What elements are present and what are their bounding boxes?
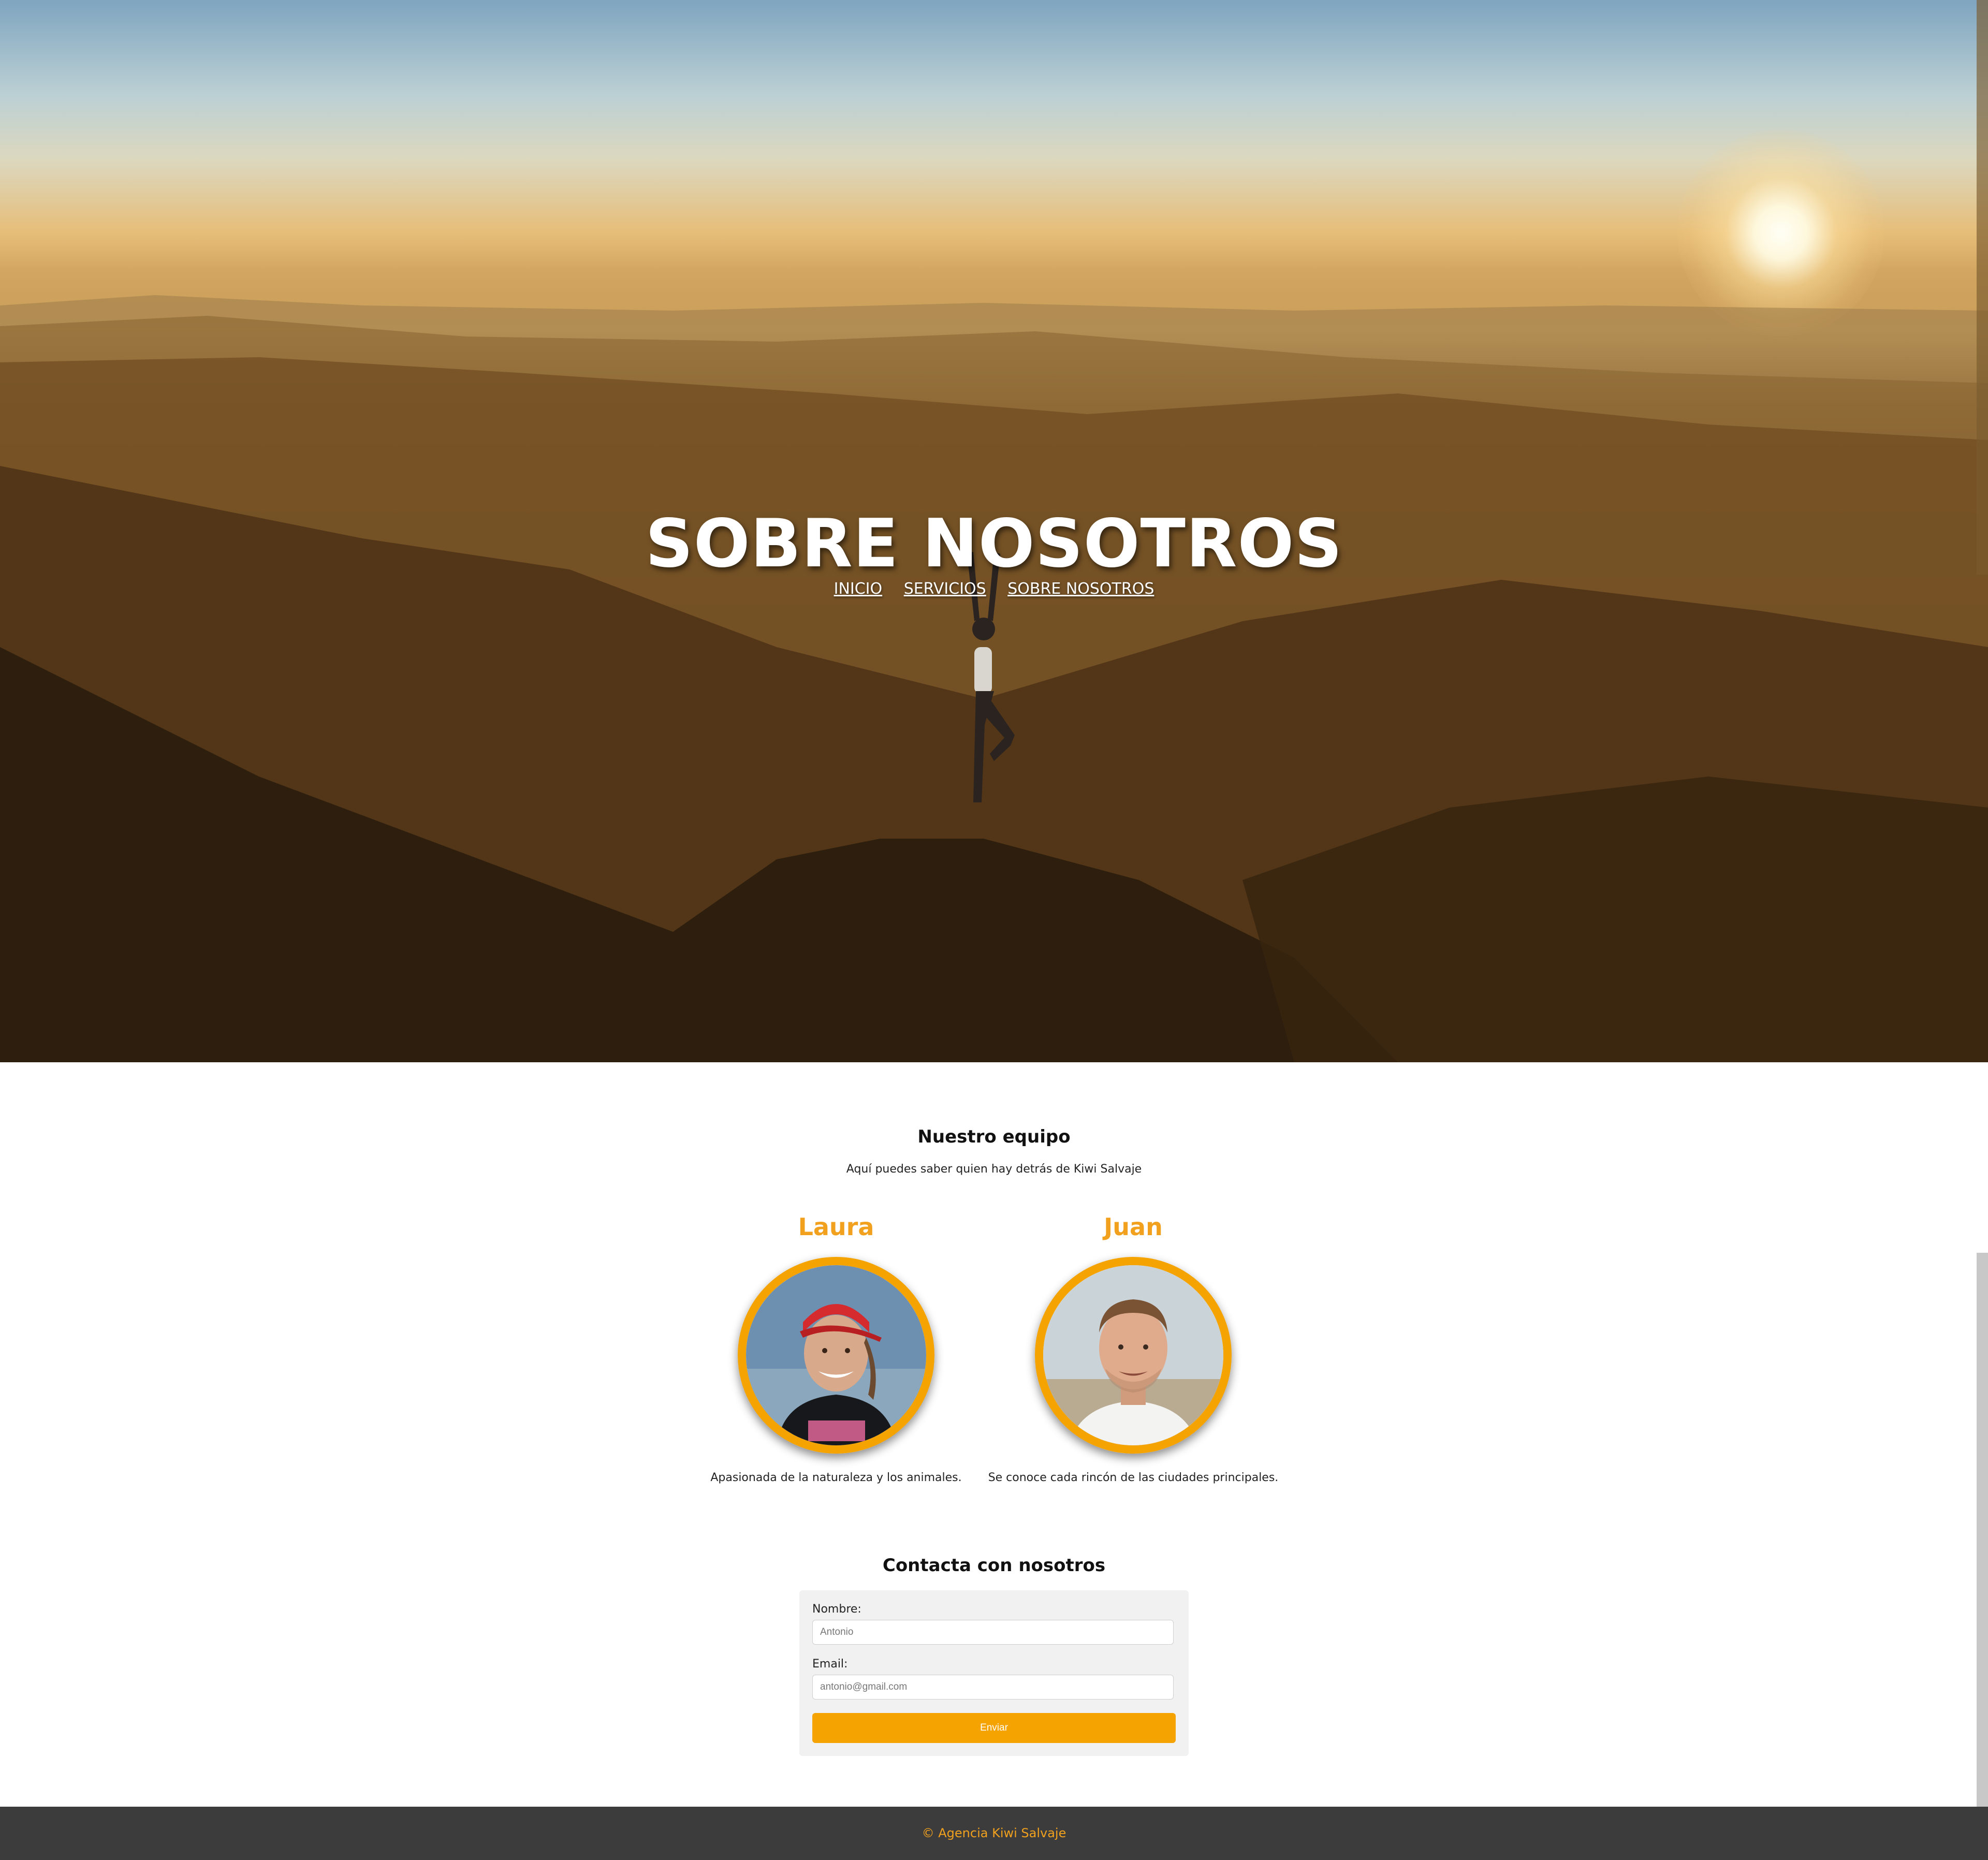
submit-button[interactable]: Enviar bbox=[812, 1713, 1176, 1743]
team-member-card: Laura Apasionada de la naturaleza y los … bbox=[670, 1211, 1002, 1484]
member-description: Se conoce cada rincón de las ciudades pr… bbox=[988, 1471, 1279, 1484]
avatar-photo-juan bbox=[1043, 1265, 1223, 1445]
avatar bbox=[1035, 1257, 1232, 1454]
nav-link-sobre-nosotros[interactable]: SOBRE NOSOTROS bbox=[1007, 580, 1154, 598]
team-member-card: Juan Se conoce cada rincón de las ciudad… bbox=[968, 1211, 1299, 1484]
scrollbar-thumb[interactable] bbox=[1977, 0, 1988, 575]
member-name: Laura bbox=[798, 1213, 874, 1241]
nav-link-servicios[interactable]: SERVICIOS bbox=[904, 580, 986, 598]
contact-section-title: Contacta con nosotros bbox=[882, 1555, 1106, 1576]
team-subtitle: Aquí puedes saber quien hay detrás de Ki… bbox=[846, 1163, 1142, 1176]
nav-link-inicio[interactable]: INICIO bbox=[834, 580, 883, 598]
member-description: Apasionada de la naturaleza y los animal… bbox=[710, 1471, 962, 1484]
footer: © Agencia Kiwi Salvaje bbox=[0, 1807, 1988, 1860]
footer-copyright: © Agencia Kiwi Salvaje bbox=[922, 1826, 1066, 1840]
team-section-title: Nuestro equipo bbox=[917, 1126, 1071, 1148]
contact-form: Nombre: Email: Enviar bbox=[799, 1590, 1189, 1756]
member-name: Juan bbox=[1104, 1213, 1163, 1241]
main-nav: INICIO SERVICIOS SOBRE NOSOTROS bbox=[0, 580, 1988, 598]
avatar bbox=[738, 1257, 934, 1454]
hero-banner: SOBRE NOSOTROS INICIO SERVICIOS SOBRE NO… bbox=[0, 0, 1988, 1062]
name-input[interactable] bbox=[812, 1620, 1174, 1645]
avatar-photo-laura bbox=[746, 1265, 926, 1445]
email-input[interactable] bbox=[812, 1675, 1174, 1700]
page-title: SOBRE NOSOTROS bbox=[645, 505, 1343, 582]
name-field-label: Nombre: bbox=[812, 1603, 861, 1616]
email-field-label: Email: bbox=[812, 1658, 848, 1671]
